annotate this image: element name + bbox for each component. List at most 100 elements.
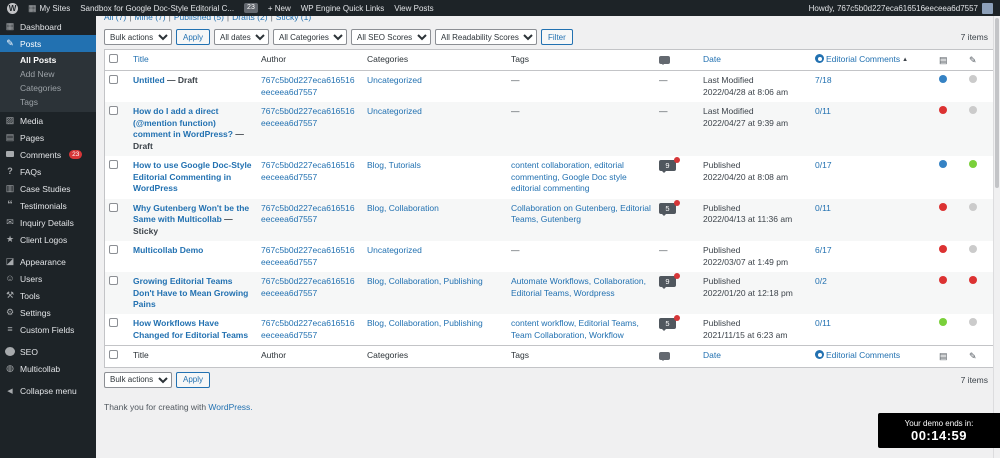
seo-scores-filter-select[interactable]: All SEO Scores	[351, 29, 432, 45]
sidebar-item-tools[interactable]: Tools	[0, 287, 96, 304]
column-header-editorial-comments[interactable]: Editorial Comments ▲	[815, 54, 908, 64]
author-link[interactable]: 767c5b0d227eca616516eeceea6d7557	[261, 75, 355, 96]
sidebar-item-appearance[interactable]: Appearance	[0, 253, 96, 270]
author-link[interactable]: 767c5b0d227eca616516eeceea6d7557	[261, 106, 355, 127]
post-title-link[interactable]: How Workflows Have Changed for Editorial…	[133, 318, 248, 339]
table-row: How do I add a direct (@mention function…	[104, 102, 1000, 157]
view-posts-link[interactable]: View Posts	[394, 4, 433, 13]
categories-link[interactable]: Blog, Collaboration, Publishing	[367, 276, 483, 286]
submenu-categories[interactable]: Categories	[0, 81, 96, 95]
author-link[interactable]: 767c5b0d227eca616516eeceea6d7557	[261, 245, 355, 266]
bulk-actions-select-bottom[interactable]: Bulk actions	[104, 371, 172, 388]
view-mine-link[interactable]: Mine (7)	[134, 16, 173, 22]
submenu-tags[interactable]: Tags	[0, 95, 96, 109]
categories-filter-select[interactable]: All Categories	[273, 29, 348, 45]
my-sites-menu[interactable]: My Sites	[28, 3, 71, 14]
tags-link[interactable]: Collaboration on Gutenberg, Editorial Te…	[511, 203, 651, 224]
sidebar-item-users[interactable]: Users	[0, 270, 96, 287]
comments-bubble[interactable]: 9	[659, 273, 680, 290]
editorial-comments-link[interactable]: 0/2	[815, 276, 827, 286]
post-title-link[interactable]: How do I add a direct (@mention function…	[133, 106, 233, 139]
yoast-seo-icon	[5, 347, 15, 356]
sidebar-item-case-studies[interactable]: Case Studies	[0, 180, 96, 197]
post-title-link[interactable]: How to use Google Doc-Style Editorial Co…	[133, 160, 252, 193]
current-site-menu[interactable]: Sandbox for Google Doc-Style Editorial C…	[80, 4, 234, 13]
sidebar-item-pages[interactable]: Pages	[0, 129, 96, 146]
categories-link[interactable]: Uncategorized	[367, 75, 422, 85]
apply-button-bottom[interactable]: Apply	[176, 371, 211, 388]
readability-scores-filter-select[interactable]: All Readability Scores	[435, 29, 538, 45]
admin-bar-comments[interactable]: 23	[244, 3, 258, 13]
wpe-quick-links-menu[interactable]: WP Engine Quick Links	[301, 4, 384, 13]
filter-button[interactable]: Filter	[541, 29, 573, 45]
categories-link[interactable]: Uncategorized	[367, 245, 422, 255]
sidebar-item-seo[interactable]: SEO	[0, 343, 96, 360]
row-checkbox[interactable]	[109, 106, 118, 116]
scrollbar-thumb[interactable]	[995, 18, 999, 188]
sidebar-item-faqs[interactable]: FAQs	[0, 163, 96, 180]
comments-bubble[interactable]: 5	[659, 199, 680, 216]
author-link[interactable]: 767c5b0d227eca616516eeceea6d7557	[261, 276, 355, 297]
editorial-comments-link[interactable]: 0/17	[815, 160, 832, 170]
sidebar-item-custom-fields[interactable]: Custom Fields	[0, 321, 96, 338]
editorial-comments-link[interactable]: 0/11	[815, 318, 831, 328]
wordpress-logo-menu[interactable]	[7, 2, 18, 14]
dates-filter-select[interactable]: All dates	[214, 29, 270, 45]
column-footer-date[interactable]: Date	[703, 350, 721, 360]
demo-timer: Your demo ends in: 00:14:59	[878, 413, 1000, 448]
categories-link[interactable]: Blog, Collaboration	[367, 203, 439, 213]
sidebar-item-multicollab[interactable]: Multicollab	[0, 360, 96, 377]
editorial-comments-link[interactable]: 0/11	[815, 106, 831, 116]
sidebar-item-inquiry-details[interactable]: Inquiry Details	[0, 214, 96, 231]
submenu-all-posts[interactable]: All Posts	[0, 53, 96, 67]
row-checkbox[interactable]	[109, 318, 118, 328]
row-checkbox[interactable]	[109, 75, 118, 85]
author-link[interactable]: 767c5b0d227eca616516eeceea6d7557	[261, 203, 355, 224]
editorial-comments-link[interactable]: 6/17	[815, 245, 832, 255]
view-published-link[interactable]: Published (5)	[174, 16, 232, 22]
howdy-account-menu[interactable]: Howdy, 767c5b0d227eca616516eeceea6d7557	[809, 4, 978, 13]
comments-bubble[interactable]: 5	[659, 315, 680, 332]
sidebar-item-posts[interactable]: Posts	[0, 35, 96, 52]
editorial-comments-link[interactable]: 7/18	[815, 75, 832, 85]
categories-link[interactable]: Blog, Tutorials	[367, 160, 421, 170]
post-title-link[interactable]: Growing Editorial Teams Don't Have to Me…	[133, 276, 248, 309]
view-all-link[interactable]: All (7)	[104, 16, 134, 22]
select-all-checkbox-bottom[interactable]	[109, 350, 118, 360]
sidebar-item-testimonials[interactable]: Testimonials	[0, 197, 96, 214]
categories-link[interactable]: Blog, Collaboration, Publishing	[367, 318, 483, 328]
sidebar-item-client-logos[interactable]: Client Logos	[0, 231, 96, 248]
tags-link[interactable]: content collaboration, editorial comment…	[511, 160, 627, 193]
post-title-link[interactable]: Multicollab Demo	[133, 245, 203, 255]
tags-link[interactable]: Automate Workflows, Collaboration, Edito…	[511, 276, 646, 297]
apply-button[interactable]: Apply	[176, 29, 211, 45]
column-header-date[interactable]: Date	[703, 54, 721, 64]
author-link[interactable]: 767c5b0d227eca616516eeceea6d7557	[261, 160, 355, 181]
submenu-add-new[interactable]: Add New	[0, 67, 96, 81]
categories-link[interactable]: Uncategorized	[367, 106, 422, 116]
sidebar-item-comments[interactable]: Comments 23	[0, 146, 96, 163]
row-checkbox[interactable]	[109, 202, 118, 212]
bulk-actions-select[interactable]: Bulk actions	[104, 29, 172, 45]
editorial-comments-link[interactable]: 0/11	[815, 203, 831, 213]
sidebar-item-dashboard[interactable]: Dashboard	[0, 18, 96, 35]
view-drafts-link[interactable]: Drafts (2)	[232, 16, 276, 22]
column-footer-editorial-comments[interactable]: Editorial Comments	[815, 350, 900, 360]
avatar[interactable]	[982, 2, 993, 14]
row-checkbox[interactable]	[109, 276, 118, 286]
post-title-link[interactable]: Untitled	[133, 75, 165, 85]
author-link[interactable]: 767c5b0d227eca616516eeceea6d7557	[261, 318, 355, 339]
comments-bubble[interactable]: 9	[659, 157, 680, 174]
tags-link[interactable]: content workflow, Editorial Teams, Team …	[511, 318, 639, 339]
column-header-title[interactable]: Title	[133, 54, 149, 64]
wordpress-link[interactable]: WordPress.	[208, 402, 252, 412]
scrollbar[interactable]	[993, 16, 1000, 458]
sidebar-item-media[interactable]: Media	[0, 112, 96, 129]
row-checkbox[interactable]	[109, 160, 118, 170]
new-content-menu[interactable]: + New	[268, 4, 291, 13]
row-checkbox[interactable]	[109, 245, 118, 255]
view-sticky-link[interactable]: Sticky (1)	[276, 16, 317, 22]
sidebar-item-settings[interactable]: Settings	[0, 304, 96, 321]
sidebar-item-collapse-menu[interactable]: Collapse menu	[0, 382, 96, 399]
select-all-checkbox[interactable]	[109, 54, 118, 63]
